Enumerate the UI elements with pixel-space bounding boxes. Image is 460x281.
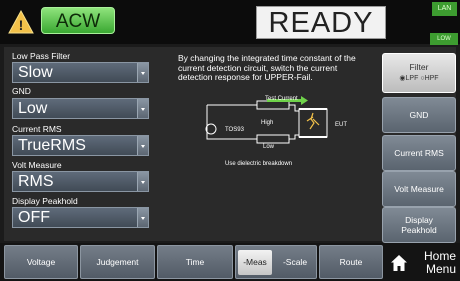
tab-route[interactable]: Route [319, 245, 383, 279]
chevron-down-icon [137, 63, 148, 82]
current-rms-button[interactable]: Current RMS [382, 135, 456, 171]
home-icon [391, 255, 407, 271]
gnd-select[interactable]: Low [12, 98, 149, 119]
filter-title: Filter [409, 62, 429, 72]
chevron-down-icon [137, 172, 148, 191]
tab-measurement[interactable]: -Meas -Scale [235, 245, 317, 279]
home-menu-label: Home Menu [414, 250, 456, 276]
status-display: READY [256, 6, 386, 39]
gnd-label: GND [12, 86, 31, 96]
diagram-caption: Use dielectric breakdown [225, 161, 292, 167]
display-peakhold-line2: Peakhold [401, 225, 437, 235]
current-rms-label: Current RMS [12, 124, 62, 134]
tab-voltage[interactable]: Voltage [4, 245, 78, 279]
display-peakhold-line1: Display [405, 215, 433, 225]
chevron-down-icon [137, 208, 148, 227]
eut-label: EUT [335, 122, 347, 128]
current-rms-select[interactable]: TrueRMS [12, 135, 149, 156]
volt-measure-button[interactable]: Volt Measure [382, 171, 456, 207]
filter-radio-group[interactable]: ◉LPF ○HPF [399, 74, 438, 84]
low-pass-filter-label: Low Pass Filter [12, 51, 71, 61]
home-menu-button[interactable]: Home Menu [388, 247, 458, 279]
high-terminal-label: High [261, 120, 273, 126]
meas-option[interactable]: -Meas [238, 250, 272, 275]
display-peakhold-label: Display Peakhold [12, 196, 78, 206]
device-label: TOS93 [225, 127, 245, 133]
chevron-down-icon [137, 136, 148, 155]
low-pass-filter-select[interactable]: Slow [12, 62, 149, 83]
lpf-option: LPF [405, 75, 419, 82]
test-mode-badge[interactable]: ACW [41, 7, 115, 34]
display-peakhold-value: OFF [18, 209, 50, 226]
low-terminal-label: Low [263, 144, 275, 150]
filter-button[interactable]: Filter ◉LPF ○HPF [382, 53, 456, 93]
menu-label: Menu [425, 262, 456, 276]
svg-text:!: ! [19, 17, 24, 33]
current-rms-value: TrueRMS [18, 137, 86, 154]
volt-measure-select[interactable]: RMS [12, 171, 149, 192]
tab-time[interactable]: Time [157, 245, 233, 279]
low-indicator: LOW [430, 33, 458, 45]
gnd-button[interactable]: GND [382, 97, 456, 133]
hpf-option: HPF [424, 75, 439, 82]
display-peakhold-button[interactable]: Display Peakhold [382, 207, 456, 243]
scale-option[interactable]: -Scale [276, 250, 314, 275]
volt-measure-label: Volt Measure [12, 160, 62, 170]
test-current-label: Test Current [265, 96, 298, 102]
chevron-down-icon [137, 99, 148, 118]
circuit-diagram: Test Current High TOS93 Low EUT Use diel… [205, 96, 347, 167]
help-description: By changing the integrated time constant… [178, 53, 356, 82]
warning-triangle-icon: ! [8, 10, 34, 34]
tab-judgement[interactable]: Judgement [80, 245, 155, 279]
display-peakhold-select[interactable]: OFF [12, 207, 149, 228]
gnd-value: Low [18, 100, 48, 117]
low-pass-filter-value: Slow [18, 64, 53, 81]
volt-measure-value: RMS [18, 173, 54, 190]
lan-indicator: LAN [432, 2, 457, 16]
